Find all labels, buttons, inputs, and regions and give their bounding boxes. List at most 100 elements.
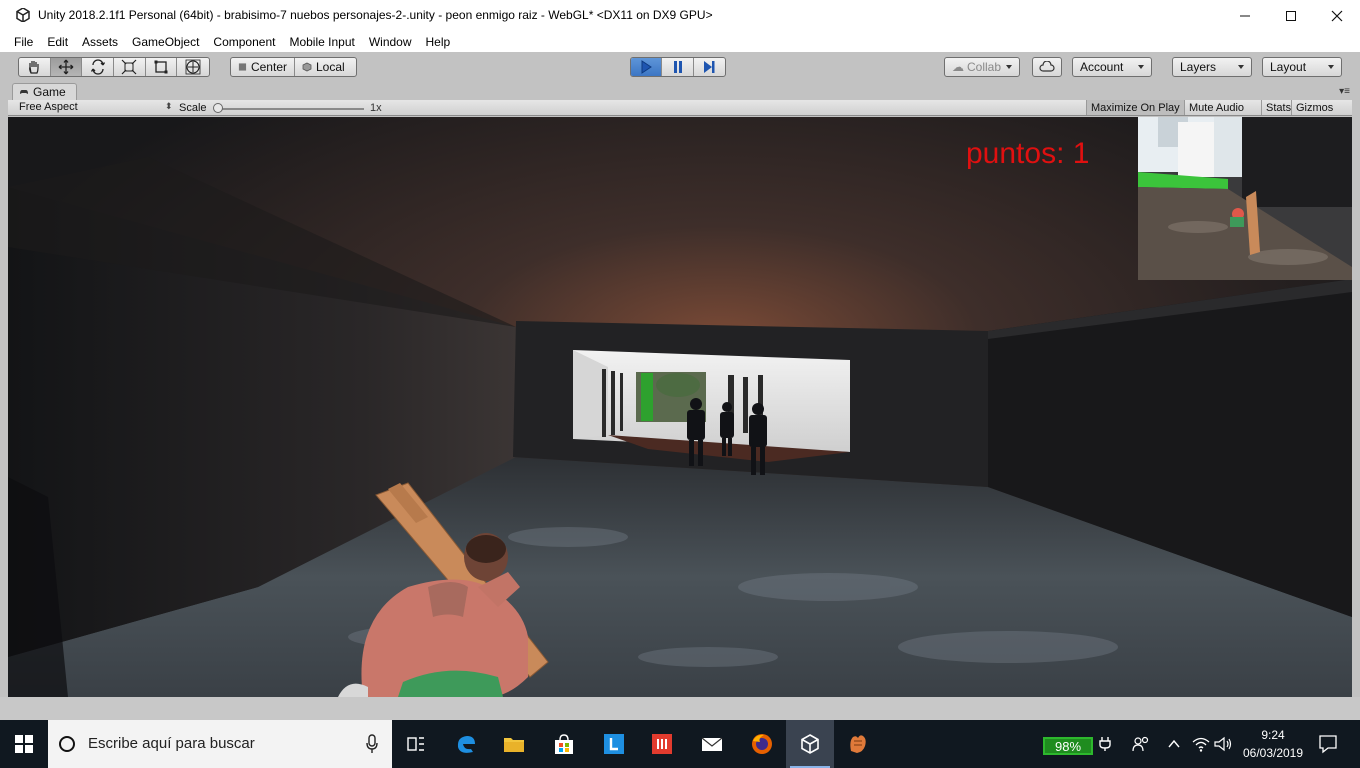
scale-slider-track[interactable] — [220, 108, 364, 110]
wifi-icon[interactable] — [1192, 736, 1210, 752]
game-tab-label: Game — [33, 85, 66, 99]
layout-label: Layout — [1270, 60, 1307, 74]
scale-slider-thumb[interactable] — [213, 103, 223, 113]
chevron-down-icon — [1006, 65, 1012, 69]
search-placeholder: Escribe aquí para buscar — [88, 735, 255, 752]
tab-menu-icon[interactable]: ▾≡ — [1339, 86, 1350, 97]
mail-envelope-icon — [701, 737, 723, 751]
rect-tool-button[interactable] — [146, 58, 178, 76]
taskbar-mail[interactable] — [688, 720, 736, 768]
pause-icon — [673, 61, 682, 73]
pivot-center-button[interactable]: Center — [231, 58, 295, 76]
layers-label: Layers — [1180, 60, 1217, 74]
transform-tools — [18, 57, 210, 77]
collab-dropdown[interactable]: ☁ Collab — [944, 57, 1020, 77]
menu-window[interactable]: Window — [369, 35, 412, 49]
account-dropdown[interactable]: Account — [1072, 57, 1152, 77]
taskbar-search-box[interactable]: Escribe aquí para buscar — [48, 720, 392, 768]
letter-l-app-icon — [604, 734, 624, 754]
taskbar-clock[interactable]: 9:24 06/03/2019 — [1238, 726, 1308, 762]
close-icon — [1331, 10, 1343, 21]
step-button[interactable] — [694, 58, 725, 76]
windows-taskbar: Escribe aquí para buscar 98% 9:24 06/03/… — [0, 720, 1360, 768]
tab-game[interactable]: Game — [12, 83, 77, 100]
power-plug-icon — [1099, 737, 1111, 751]
volume-icon[interactable] — [1214, 736, 1232, 752]
menu-component[interactable]: Component — [213, 35, 275, 49]
task-view-icon — [407, 737, 424, 751]
taskbar-firefox[interactable] — [738, 720, 786, 768]
game-view-controls: Free Aspect ⬍ Scale 1x Maximize On Play … — [8, 100, 1352, 116]
maximize-on-play-toggle[interactable]: Maximize On Play — [1086, 100, 1184, 115]
pivot-local-button[interactable]: Local — [295, 58, 356, 76]
play-button[interactable] — [631, 58, 663, 76]
notification-center-icon[interactable] — [1314, 732, 1342, 756]
window-title: Unity 2018.2.1f1 Personal (64bit) - brab… — [38, 8, 713, 22]
battery-indicator[interactable]: 98% — [1043, 737, 1093, 755]
move-tool-button[interactable] — [50, 58, 83, 76]
firefox-icon — [752, 734, 772, 754]
maximize-button[interactable] — [1268, 0, 1314, 31]
menu-mobile-input[interactable]: Mobile Input — [289, 35, 354, 49]
hand-icon — [29, 61, 39, 74]
game-tab-bar: Game ▾≡ — [0, 83, 1360, 100]
minimize-icon — [1240, 15, 1250, 16]
taskbar-other-app[interactable] — [834, 720, 882, 768]
taskbar-file-explorer[interactable] — [490, 720, 538, 768]
stats-toggle[interactable]: Stats — [1261, 100, 1295, 115]
microphone-icon[interactable] — [366, 734, 378, 754]
chevron-up-icon[interactable] — [1168, 739, 1180, 749]
unity-icon — [801, 734, 819, 754]
combined-transform-icon — [185, 59, 201, 75]
menu-gameobject[interactable]: GameObject — [132, 35, 199, 49]
cloud-icon — [1039, 61, 1055, 72]
layers-dropdown[interactable]: Layers — [1172, 57, 1252, 77]
collab-icon: ☁ — [952, 60, 964, 74]
scale-label: Scale — [179, 102, 207, 114]
minimize-button[interactable] — [1222, 0, 1268, 31]
pivot-controls: Center Local — [230, 57, 357, 77]
menu-file[interactable]: File — [14, 35, 33, 49]
folder-icon — [504, 738, 524, 752]
menu-edit[interactable]: Edit — [47, 35, 68, 49]
close-button[interactable] — [1314, 0, 1360, 31]
baseball-glove-icon — [850, 735, 866, 753]
toolbar: Center Local ☁ Collab Account Layers Lay… — [0, 52, 1360, 83]
rotate-icon — [90, 59, 105, 75]
mute-audio-toggle[interactable]: Mute Audio — [1184, 100, 1248, 115]
taskbar-edge[interactable] — [442, 720, 490, 768]
cloud-services-button[interactable] — [1032, 57, 1062, 77]
taskbar-store[interactable] — [540, 720, 588, 768]
taskbar-unity[interactable] — [786, 720, 834, 768]
menu-bar: File Edit Assets GameObject Component Mo… — [0, 31, 1360, 52]
taskbar-lync[interactable] — [590, 720, 638, 768]
transform-tool-button[interactable] — [177, 58, 209, 76]
title-bar: Unity 2018.2.1f1 Personal (64bit) - brab… — [0, 0, 1360, 31]
cortana-circle-icon — [59, 736, 75, 752]
pivot-local-label: Local — [316, 60, 345, 74]
minimap-camera — [1138, 117, 1352, 280]
taskbar-office[interactable] — [638, 720, 686, 768]
aspect-dropdown[interactable]: Free Aspect — [19, 101, 78, 113]
chevron-down-icon — [1138, 65, 1144, 69]
gizmos-dropdown[interactable]: Gizmos — [1291, 100, 1337, 115]
game-controller-icon — [20, 90, 28, 94]
hand-tool-button[interactable] — [19, 58, 51, 76]
menu-help[interactable]: Help — [426, 35, 451, 49]
layout-dropdown[interactable]: Layout — [1262, 57, 1342, 77]
game-viewport[interactable]: puntos: 1 — [8, 117, 1352, 697]
play-icon — [641, 60, 653, 74]
clock-time: 9:24 — [1261, 728, 1285, 742]
chevron-down-icon — [1238, 65, 1244, 69]
step-icon — [704, 61, 715, 73]
minimap-scene — [1138, 117, 1352, 280]
rotate-tool-button[interactable] — [82, 58, 115, 76]
pause-button[interactable] — [662, 58, 694, 76]
menu-assets[interactable]: Assets — [82, 35, 118, 49]
start-button[interactable] — [0, 720, 48, 768]
task-view-button[interactable] — [392, 720, 440, 768]
unity-logo-icon — [16, 8, 30, 22]
edge-icon — [457, 736, 475, 753]
scale-tool-button[interactable] — [114, 58, 146, 76]
people-icon[interactable] — [1132, 736, 1150, 752]
